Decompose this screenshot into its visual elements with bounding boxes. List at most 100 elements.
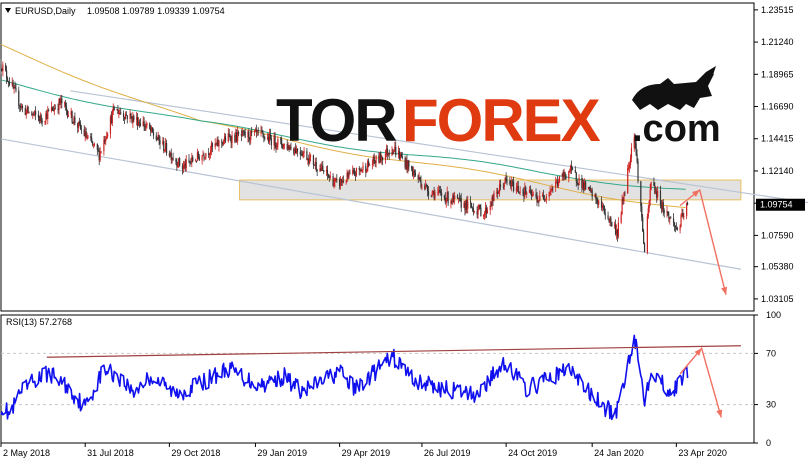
candle-body bbox=[175, 159, 177, 162]
candle-body bbox=[86, 137, 88, 139]
candle-body bbox=[113, 106, 115, 111]
candle-body bbox=[529, 189, 532, 191]
price-axis-label: 1.03105 bbox=[761, 294, 794, 304]
candle-body bbox=[253, 130, 256, 133]
candle-body bbox=[674, 225, 677, 228]
candle-body bbox=[244, 131, 246, 138]
candle-body bbox=[99, 151, 101, 161]
candle-body bbox=[382, 157, 384, 161]
candle-body bbox=[211, 143, 214, 147]
date-axis-label: 24 Oct 2019 bbox=[508, 448, 557, 458]
candle-body bbox=[550, 191, 552, 192]
candle-body bbox=[571, 168, 574, 170]
candle-body bbox=[41, 120, 43, 123]
candle-body bbox=[499, 184, 502, 187]
candle-body bbox=[329, 175, 331, 178]
date-axis-label: 23 Apr 2020 bbox=[678, 448, 727, 458]
candle-body bbox=[28, 112, 30, 113]
rsi-axis-label: 30 bbox=[766, 400, 776, 410]
candle-body bbox=[371, 163, 373, 165]
candle-body bbox=[628, 167, 630, 169]
candle-body bbox=[47, 110, 49, 120]
candle-body bbox=[269, 134, 271, 139]
candle-body bbox=[620, 214, 622, 223]
candle-body bbox=[97, 149, 99, 151]
candle-body bbox=[621, 199, 623, 215]
candle-body bbox=[78, 121, 81, 124]
candle-body bbox=[545, 196, 547, 200]
candle-body bbox=[672, 218, 675, 223]
candle-body bbox=[218, 140, 220, 147]
candle-body bbox=[479, 205, 481, 209]
logo-part-forex: FOREX bbox=[402, 87, 601, 154]
candle-body bbox=[629, 157, 632, 166]
candle-body bbox=[231, 135, 233, 143]
chart-background bbox=[0, 0, 808, 463]
candle-body bbox=[48, 110, 50, 112]
candle-body bbox=[322, 165, 324, 171]
candle-body bbox=[326, 169, 329, 175]
price-axis-label: 1.21240 bbox=[761, 37, 794, 47]
candle-body bbox=[542, 195, 545, 200]
candle-body bbox=[427, 191, 430, 196]
candle-body bbox=[642, 217, 644, 232]
candle-body bbox=[670, 217, 672, 219]
candle-body bbox=[65, 106, 68, 111]
candle-body bbox=[192, 157, 194, 162]
candle-body bbox=[177, 165, 179, 167]
candle-body bbox=[361, 169, 363, 172]
candle-body bbox=[555, 181, 557, 188]
candle-body bbox=[6, 78, 9, 82]
candle-body bbox=[327, 174, 329, 177]
candle-body bbox=[568, 171, 570, 179]
candle-body bbox=[0, 63, 2, 69]
candle-body bbox=[198, 157, 200, 161]
candle-body bbox=[44, 121, 46, 123]
candle-body bbox=[333, 182, 335, 187]
candle-body bbox=[401, 156, 403, 159]
candle-body bbox=[358, 167, 360, 170]
candle-body bbox=[431, 192, 433, 196]
candle-body bbox=[365, 165, 367, 173]
candle-body bbox=[574, 169, 576, 173]
last-price-label: 1.09754 bbox=[760, 200, 793, 210]
candle-body bbox=[439, 190, 441, 192]
chart-canvas: 1.23515 1.21240 1.18965 1.16690 1.14415 1.121… bbox=[0, 0, 808, 463]
ohlc-values: 1.09508 1.09789 1.09339 1.09754 bbox=[87, 6, 225, 16]
candle-body bbox=[610, 217, 612, 222]
candle-body bbox=[355, 167, 358, 176]
candle-body bbox=[589, 187, 591, 191]
candle-body bbox=[229, 135, 231, 140]
candle-body bbox=[591, 190, 593, 197]
candle-body bbox=[264, 137, 266, 139]
candle-body bbox=[257, 130, 259, 132]
candle-body bbox=[345, 181, 347, 183]
candle-body bbox=[679, 226, 681, 230]
price-axis-label: 1.12140 bbox=[761, 166, 794, 176]
candle-body bbox=[176, 161, 178, 167]
candle-body bbox=[51, 107, 54, 111]
rsi-title: RSI(13) 57.2768 bbox=[6, 317, 72, 327]
candle-body bbox=[649, 189, 651, 202]
date-axis-label: 29 Jan 2019 bbox=[257, 448, 307, 458]
candle-body bbox=[493, 192, 495, 201]
candle-body bbox=[40, 115, 42, 121]
candle-body bbox=[578, 178, 580, 186]
date-axis-label: 2 May 2018 bbox=[3, 448, 50, 458]
candle-body bbox=[548, 191, 550, 197]
candle-body bbox=[576, 181, 578, 184]
candle-body bbox=[209, 151, 212, 154]
candle-body bbox=[637, 161, 639, 182]
candle-body bbox=[569, 171, 571, 172]
candle-body bbox=[640, 181, 642, 207]
candle-body bbox=[411, 166, 413, 169]
candle-body bbox=[596, 198, 598, 203]
candle-body bbox=[437, 192, 439, 194]
candle-body bbox=[643, 231, 645, 244]
candle-body bbox=[185, 159, 187, 169]
candle-body bbox=[595, 194, 597, 199]
candle-body bbox=[21, 106, 24, 109]
candle-body bbox=[80, 128, 83, 130]
candle-body bbox=[469, 201, 472, 204]
candle-body bbox=[145, 125, 147, 127]
